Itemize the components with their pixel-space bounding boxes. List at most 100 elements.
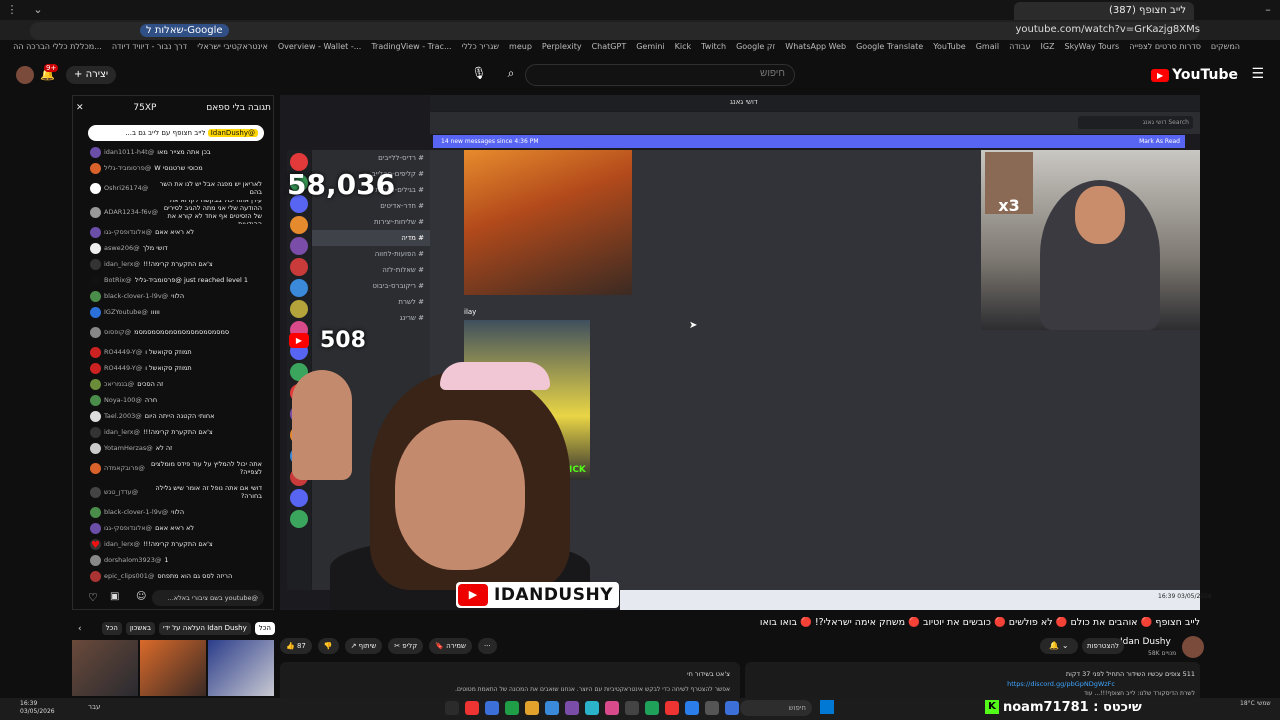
chat-author[interactable]: @RO4449-Y: [104, 348, 142, 356]
chat-author[interactable]: @BotRix: [104, 276, 132, 284]
browser-menu-icon[interactable]: ⋮: [4, 2, 20, 18]
bookmark-item[interactable]: Google זק: [736, 42, 775, 58]
taskbar-app-icon[interactable]: [685, 701, 699, 715]
description-text[interactable]: לשרת הדיסקורד שלנו: לייב חצופף!!!... עוד: [760, 690, 1195, 697]
chat-author[interactable]: @idan1011-h4t: [104, 148, 154, 156]
chat-message[interactable]: @idan_lerx צ'אם התקערת קרימה!!!: [90, 424, 262, 440]
bookmark-item[interactable]: אינטראקטיבי ישראלי: [197, 42, 268, 58]
pinned-message[interactable]: @IdanDushy לייב חצופף עם לייב גם ב...: [88, 125, 264, 141]
filter-chip[interactable]: הכל: [101, 622, 122, 635]
bookmark-item[interactable]: TradingView - Trac...: [371, 42, 451, 58]
join-button[interactable]: להצטרפות: [1082, 638, 1124, 654]
chat-message[interactable]: @BotRix just reached level 1 @פרסומביד-גל…: [90, 272, 262, 288]
chat-author[interactable]: @עדדן_טנש: [104, 488, 138, 496]
bookmark-item[interactable]: המשקים: [1211, 42, 1240, 58]
chat-avatar[interactable]: [90, 410, 101, 422]
chat-author[interactable]: @YotamHerzas: [104, 444, 153, 452]
taskbar-app-icon[interactable]: [525, 701, 539, 715]
chat-message[interactable]: @פרובקאמדה אתה יכול להמליץ על עוד פידס מו…: [90, 456, 262, 480]
channel-avatar[interactable]: [1182, 636, 1204, 658]
emoji-icon[interactable]: ☺: [136, 591, 146, 602]
chat-avatar[interactable]: [90, 326, 101, 338]
gift-icon[interactable]: ▣: [110, 591, 119, 602]
bookmark-item[interactable]: IGZ: [1040, 42, 1054, 58]
chat-avatar[interactable]: [90, 554, 101, 566]
chat-author[interactable]: @dorshalom3923: [104, 556, 161, 564]
bookmark-item[interactable]: Overview - Wallet -...: [278, 42, 362, 58]
chat-author[interactable]: @RO4449-Y: [104, 364, 142, 372]
chat-avatar[interactable]: [90, 362, 101, 374]
taskbar-app-icon[interactable]: [625, 701, 639, 715]
taskbar-app-icon[interactable]: [445, 701, 459, 715]
chat-author[interactable]: @ADAR1234-f6v: [104, 208, 158, 216]
taskbar-app-icon[interactable]: [505, 701, 519, 715]
chat-message[interactable]: @קופסוס סמסמסמסמסמסמסמסמסמסמסמ: [90, 320, 262, 344]
create-button[interactable]: + יצירה: [66, 66, 117, 84]
close-icon[interactable]: ✕: [76, 103, 84, 113]
chat-avatar[interactable]: [90, 290, 101, 302]
chat-author[interactable]: @IGZYoutube: [104, 308, 148, 316]
chat-message[interactable]: @idan_lerx צ'אם התקערת קרימה!!!: [90, 256, 262, 272]
filter-chip[interactable]: הכל: [254, 622, 275, 635]
chat-avatar[interactable]: [90, 426, 101, 438]
video-action-button[interactable]: ↗ שיתוף: [344, 638, 383, 654]
chat-message[interactable]: @עדדן_טנש דושי אם אתה נופל זה אומר שיש גל…: [90, 480, 262, 504]
taskbar-app-icon[interactable]: [465, 701, 479, 715]
bookmark-item[interactable]: Kick: [675, 42, 692, 58]
chat-avatar[interactable]: [90, 182, 101, 194]
chat-author[interactable]: @idan_lerx: [104, 260, 140, 268]
chat-avatar[interactable]: [90, 346, 101, 358]
google-ask-button[interactable]: שאלות ל-Google: [140, 24, 229, 37]
chat-message[interactable]: @אלונדופסקי-גגו לא ראיא אאם: [90, 520, 262, 536]
chat-message[interactable]: @idan1011-h4t בכן אתה מצייר מאו: [90, 144, 262, 160]
video-action-button[interactable]: ···: [477, 638, 497, 654]
chat-message[interactable]: @YotamHerzas זה לא: [90, 440, 262, 456]
chat-avatar[interactable]: [90, 162, 101, 174]
window-minimize-icon[interactable]: –: [1260, 2, 1276, 18]
bookmark-item[interactable]: עבודה: [1009, 42, 1030, 58]
chat-message[interactable]: @Noya-100 חרה: [90, 392, 262, 408]
taskbar-app-icon[interactable]: [545, 701, 559, 715]
bookmark-item[interactable]: SkyWay Tours: [1065, 42, 1120, 58]
bookmark-item[interactable]: meup: [509, 42, 532, 58]
chat-avatar[interactable]: [90, 146, 101, 158]
hamburger-menu-icon[interactable]: ☰: [1251, 66, 1264, 82]
microphone-icon[interactable]: 🎙: [470, 66, 488, 84]
chat-avatar[interactable]: [90, 486, 101, 498]
chat-avatar[interactable]: [90, 570, 101, 582]
channel-name[interactable]: Idan Dushy: [1120, 637, 1171, 647]
chat-avatar[interactable]: [90, 242, 101, 254]
chat-author[interactable]: @idan_lerx: [104, 540, 140, 548]
like-chat-icon[interactable]: ♡: [88, 591, 98, 604]
chat-message[interactable]: @Oshri26174 לאריאן יש מפגה אבל יש לנו את …: [90, 176, 262, 200]
chat-points[interactable]: 75XP: [133, 103, 156, 113]
bookmark-item[interactable]: Perplexity: [542, 42, 582, 58]
chat-message[interactable]: @ADAR1234-f6v עידן אתה יכול בבקשה לקרוא א…: [90, 200, 262, 224]
chat-author[interactable]: @aswe206: [104, 244, 140, 252]
taskbar-app-icon[interactable]: [665, 701, 679, 715]
weather-widget[interactable]: 18°C שמשי: [1240, 700, 1271, 708]
chat-avatar[interactable]: [90, 442, 101, 454]
chat-author[interactable]: @Noya-100: [104, 396, 142, 404]
chat-author[interactable]: @אלונדופסקי-גגו: [104, 228, 152, 236]
bookmark-item[interactable]: שגריר כללי: [462, 42, 499, 58]
chat-message[interactable]: @RO4449-Y תמוזק סקואשל ו: [90, 360, 262, 376]
video-action-button[interactable]: ✂ קליפ: [388, 638, 424, 654]
language-indicator[interactable]: עבר: [88, 703, 100, 711]
url-text[interactable]: youtube.com/watch?v=GrKazjg8XMs: [1015, 24, 1200, 35]
chat-input[interactable]: @youtube בשם ציבורי באלא...: [152, 590, 264, 606]
tab-search-icon[interactable]: ⌄: [30, 2, 46, 18]
chat-message[interactable]: @אלונדופסקי-גגו לא ראיא אאם: [90, 224, 262, 240]
bookmark-item[interactable]: WhatsApp Web: [785, 42, 846, 58]
chat-message[interactable]: @בנמריאכ זה הסכים: [90, 376, 262, 392]
related-thumbnail[interactable]: [208, 640, 274, 696]
active-tab[interactable]: לייב חצופף (387): [1014, 2, 1194, 20]
chat-message[interactable]: @aswe206 דושי מלך: [90, 240, 262, 256]
video-action-button[interactable]: 👎: [317, 638, 339, 654]
chat-message[interactable]: @dorshalom3923 1: [90, 552, 262, 568]
taskbar-app-icon[interactable]: [485, 701, 499, 715]
bookmark-item[interactable]: Twitch: [701, 42, 726, 58]
youtube-logo[interactable]: ▶ YouTube: [1151, 67, 1238, 83]
bookmark-item[interactable]: מכללת כללי הברכה הה...: [13, 42, 102, 58]
chat-author[interactable]: @Oshri26174: [104, 184, 148, 192]
